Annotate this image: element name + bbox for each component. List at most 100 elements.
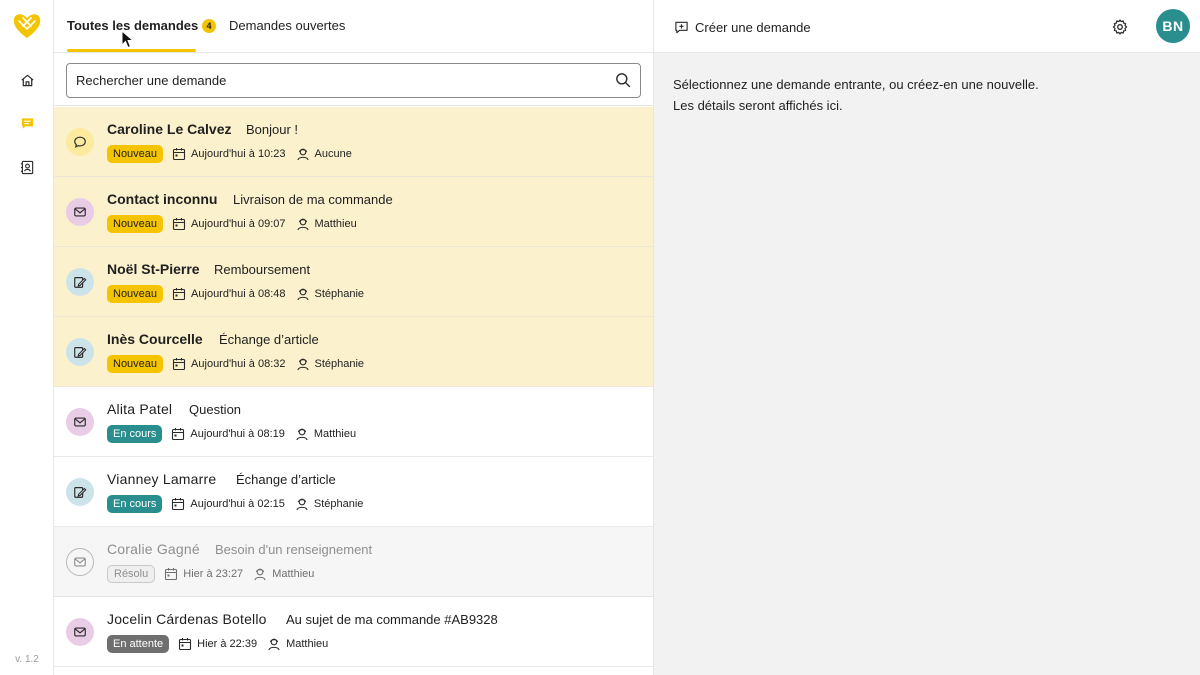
requester-name: Caroline Le Calvez: [107, 121, 232, 137]
request-meta: Résolu Hier à 23:27 Matthieu: [107, 565, 324, 583]
request-row[interactable]: Noël St-Pierre Remboursement Nouveau Auj…: [54, 247, 653, 317]
request-meta: En attente Hier à 22:39 Matthieu: [107, 635, 338, 653]
channel-avatar: [66, 478, 94, 506]
assignee-icon: [296, 148, 309, 161]
add-message-icon: [675, 21, 688, 33]
request-assignee: Matthieu: [313, 428, 357, 440]
mail-icon: [74, 627, 86, 637]
request-date: Aujourd'hui à 09:07: [191, 218, 286, 230]
empty-state-line: Sélectionnez une demande entrante, ou cr…: [673, 77, 1039, 92]
request-date: Aujourd'hui à 08:48: [191, 288, 286, 300]
assignee-icon: [296, 288, 309, 301]
request-meta: Nouveau Aujourd'hui à 08:48 Stéphanie: [107, 285, 374, 303]
request-row[interactable]: Jocelin Cárdenas Botello Au sujet de ma …: [54, 597, 653, 667]
detail-panel: Créer une demande BN Sélectionnez une de…: [654, 0, 1200, 675]
request-subject: Livraison de ma commande: [233, 192, 393, 207]
channel-avatar: [66, 548, 94, 576]
calendar-icon: [172, 148, 186, 161]
request-assignee: Matthieu: [286, 638, 329, 650]
assignee-icon: [296, 428, 308, 441]
status-badge: En cours: [107, 495, 163, 513]
request-subject: Question: [189, 402, 242, 417]
search-icon[interactable]: [615, 72, 631, 88]
request-row[interactable]: Contact inconnu Livraison de ma commande…: [54, 177, 653, 247]
gear-icon[interactable]: [1111, 18, 1129, 36]
assignee-icon: [296, 358, 309, 371]
request-meta: En cours Aujourd'hui à 08:19 Matthieu: [107, 425, 366, 443]
request-date: Hier à 23:27: [183, 568, 244, 580]
request-meta: Nouveau Aujourd'hui à 10:23 Aucune: [107, 145, 362, 163]
assignee-icon: [254, 568, 266, 581]
calendar-icon: [179, 638, 192, 651]
message-icon: [21, 117, 33, 129]
request-row[interactable]: Caroline Le Calvez Bonjour ! Nouveau Auj…: [54, 107, 653, 177]
request-subject: Besoin d'un renseignement: [215, 542, 373, 557]
search-bar: [54, 53, 653, 106]
requests-nav-button[interactable]: [14, 110, 40, 136]
detail-toolbar: Créer une demande BN: [654, 0, 1200, 53]
channel-avatar: [66, 618, 94, 646]
empty-state-message: Sélectionnez une demande entrante, ou cr…: [673, 74, 1039, 116]
request-meta: Nouveau Aujourd'hui à 08:32 Stéphanie: [107, 355, 374, 373]
left-rail: v. 1.2: [0, 0, 54, 675]
request-assignee: Matthieu: [272, 568, 315, 580]
form-icon: [74, 347, 87, 358]
contacts-nav-button[interactable]: [14, 154, 40, 180]
calendar-icon: [172, 428, 185, 441]
request-date: Aujourd'hui à 08:32: [191, 358, 286, 370]
requester-name: Alita Patel: [107, 401, 173, 417]
request-row[interactable]: Alita Patel Question En cours Aujourd'hu…: [54, 387, 653, 457]
tab-bar: Toutes les demandes 4 Demandes ouvertes: [54, 0, 653, 53]
request-assignee: Aucune: [314, 148, 352, 160]
request-subject: Échange d’article: [219, 332, 319, 347]
status-badge: Nouveau: [107, 355, 164, 373]
status-badge: En attente: [107, 635, 170, 653]
requester-name: Jocelin Cárdenas Botello: [107, 611, 267, 627]
status-badge: Résolu: [107, 565, 156, 583]
request-date: Aujourd'hui à 08:19: [190, 428, 285, 440]
mail-icon: [74, 557, 86, 567]
tab-count-badge: 4: [202, 19, 216, 33]
channel-avatar: [66, 128, 94, 156]
request-meta: En cours Aujourd'hui à 02:15 Stéphanie: [107, 495, 373, 513]
form-icon: [74, 277, 87, 288]
contacts-icon: [20, 160, 33, 174]
request-date: Aujourd'hui à 10:23: [191, 148, 286, 160]
calendar-icon: [165, 568, 178, 581]
requester-name: Contact inconnu: [107, 191, 218, 207]
requests-list-panel: Toutes les demandes 4 Demandes ouvertes …: [54, 0, 654, 675]
request-subject: Échange d’article: [236, 472, 336, 487]
empty-state-line: Les détails seront affichés ici.: [673, 98, 843, 113]
request-row[interactable]: Inès Courcelle Échange d’article Nouveau…: [54, 317, 653, 387]
request-assignee: Matthieu: [314, 218, 357, 230]
assignee-icon: [268, 638, 280, 651]
request-assignee: Stéphanie: [313, 498, 364, 510]
status-badge: Nouveau: [107, 215, 164, 233]
create-request-label: Créer une demande: [695, 19, 811, 35]
request-date: Aujourd'hui à 02:15: [190, 498, 285, 510]
chat-icon: [74, 136, 86, 148]
mail-icon: [74, 417, 86, 427]
request-meta: Nouveau Aujourd'hui à 09:07 Matthieu: [107, 215, 367, 233]
channel-avatar: [66, 198, 94, 226]
create-request-button[interactable]: Créer une demande: [674, 17, 811, 37]
search-box: [66, 63, 641, 98]
search-input[interactable]: [76, 64, 596, 96]
request-subject: Bonjour !: [246, 122, 299, 137]
mouse-pointer-icon: [121, 30, 135, 49]
heart-logo-icon[interactable]: [12, 12, 42, 40]
request-subject: Remboursement: [214, 262, 311, 277]
user-avatar[interactable]: BN: [1156, 9, 1190, 43]
requester-name: Inès Courcelle: [107, 331, 203, 347]
status-badge: En cours: [107, 425, 163, 443]
request-row[interactable]: Vianney Lamarre Échange d’article En cou…: [54, 457, 653, 527]
channel-avatar: [66, 268, 94, 296]
channel-avatar: [66, 338, 94, 366]
request-row[interactable]: Coralie Gagné Besoin d'un renseignement …: [54, 527, 653, 597]
request-assignee: Stéphanie: [314, 288, 365, 300]
home-icon: [20, 74, 34, 86]
requests-list: Caroline Le Calvez Bonjour ! Nouveau Auj…: [54, 107, 653, 667]
home-nav-button[interactable]: [14, 67, 40, 93]
tab-open-requests[interactable]: Demandes ouvertes: [229, 18, 345, 33]
channel-avatar: [66, 408, 94, 436]
